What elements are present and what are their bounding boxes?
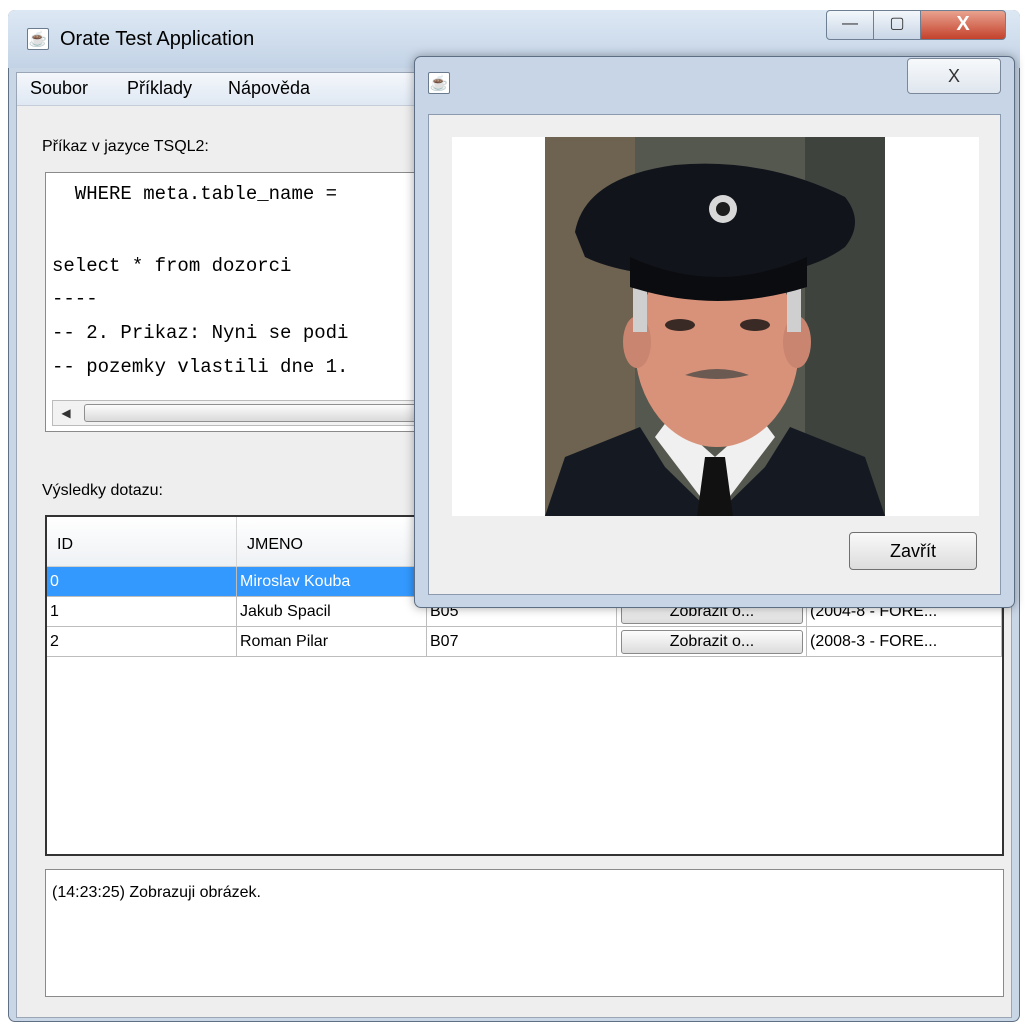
code-line: -- 2. Prikaz: Nyni se podi	[52, 322, 349, 344]
close-button[interactable]: X	[920, 10, 1006, 40]
java-icon: ☕	[27, 28, 49, 50]
menu-priklady[interactable]: Příklady	[127, 78, 192, 99]
person-photo	[545, 137, 885, 516]
column-header-jmeno[interactable]: JMENO	[237, 517, 427, 567]
code-line: select * from dozorci	[52, 255, 292, 277]
results-label: Výsledky dotazu:	[42, 482, 163, 499]
close-dialog-button[interactable]: Zavřít	[849, 532, 977, 570]
table-cell-period[interactable]: (2008-3 - FORE...	[807, 627, 1002, 657]
java-icon: ☕	[428, 72, 450, 94]
code-line: -- pozemky vlastili dne 1.	[52, 356, 349, 378]
query-label: Příkaz v jazyce TSQL2:	[42, 138, 209, 155]
window-title: Orate Test Application	[60, 28, 255, 50]
code-line: WHERE meta.table_name =	[52, 183, 338, 205]
table-cell-name[interactable]: Roman Pilar	[237, 627, 427, 657]
menu-napoveda[interactable]: Nápověda	[228, 78, 310, 99]
minimize-button[interactable]: —	[826, 10, 874, 40]
table-cell-id[interactable]: 0	[47, 567, 237, 597]
column-header-id[interactable]: ID	[47, 517, 237, 567]
show-object-button[interactable]: Zobrazit o...	[621, 630, 803, 654]
maximize-button[interactable]: ▢	[873, 10, 921, 40]
scroll-left-icon[interactable]: ◀	[54, 403, 78, 423]
query-editor[interactable]	[45, 172, 425, 432]
table-cell-name[interactable]: Jakub Spacil	[237, 597, 427, 627]
table-cell-id[interactable]: 2	[47, 627, 237, 657]
log-text: (14:23:25) Zobrazuji obrázek.	[52, 884, 261, 901]
menu-soubor[interactable]: Soubor	[30, 78, 88, 99]
code-line: ----	[52, 288, 98, 310]
table-cell-id[interactable]: 1	[47, 597, 237, 627]
table-cell-name[interactable]: Miroslav Kouba	[237, 567, 427, 597]
scroll-thumb[interactable]	[84, 404, 420, 422]
dialog-close-button[interactable]: X	[907, 58, 1001, 94]
table-cell-code[interactable]: B07	[427, 627, 617, 657]
